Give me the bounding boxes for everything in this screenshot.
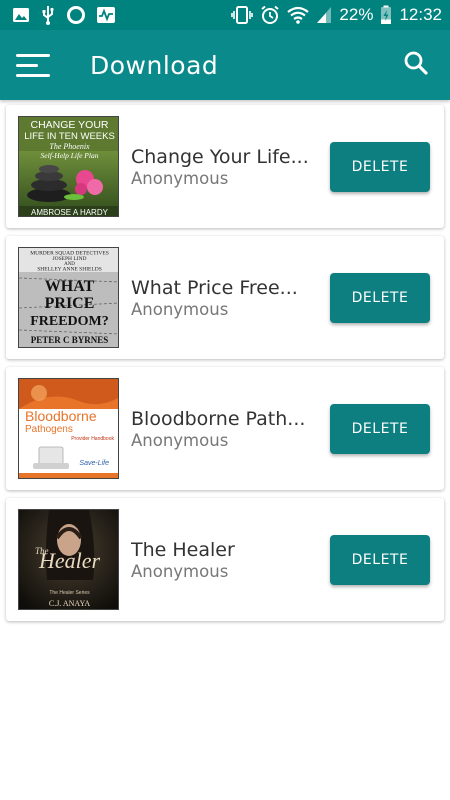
- download-item: CHANGE YOUR LIFE IN TEN WEEKS The Phoeni…: [6, 105, 444, 228]
- signal-icon: [316, 6, 332, 24]
- menu-button[interactable]: [16, 45, 56, 85]
- hamburger-icon-line: [16, 73, 50, 77]
- book-author: Anonymous: [131, 299, 229, 319]
- book-title: The Healer: [131, 538, 235, 561]
- cover-text: PETER C BYRNES: [31, 335, 109, 345]
- cover-text: CHANGE YOUR: [31, 119, 109, 131]
- cover-text: Provider Handbook: [71, 436, 114, 442]
- book-author: Anonymous: [131, 430, 229, 450]
- wifi-icon: [287, 6, 310, 24]
- activity-monitor-icon: [96, 6, 116, 24]
- hamburger-icon-line: [16, 63, 38, 67]
- delete-button[interactable]: DELETE: [330, 141, 430, 192]
- system-status: 22% 12:32: [231, 5, 442, 25]
- delete-button[interactable]: DELETE: [330, 403, 430, 454]
- cover-text: Healer: [38, 548, 101, 573]
- circle-notification-icon: [66, 5, 86, 25]
- book-title: Change Your Life...: [131, 145, 309, 168]
- cover-text: LIFE IN TEN WEEKS: [24, 131, 115, 142]
- cover-text: C.J. ANAYA: [49, 599, 90, 608]
- search-icon: [403, 50, 429, 80]
- download-item: Bloodborne Pathogens Provider Handbook S…: [6, 367, 444, 490]
- battery-charging-icon: [380, 5, 392, 25]
- book-cover[interactable]: MURDER SQUAD DETECTIVES JOSEPH LIND AND …: [18, 247, 119, 348]
- book-title: Bloodborne Path...: [131, 407, 306, 430]
- clock: 12:32: [399, 5, 442, 24]
- book-cover[interactable]: The Healer The Healer Series C.J. ANAYA: [18, 509, 119, 610]
- book-info[interactable]: Change Your Life... Anonymous: [119, 146, 330, 188]
- book-author: Anonymous: [131, 168, 229, 188]
- book-info[interactable]: Bloodborne Path... Anonymous: [119, 408, 330, 450]
- app-bar: Download: [0, 30, 450, 100]
- cover-text: The Healer Series: [49, 590, 90, 596]
- book-author: Anonymous: [131, 561, 229, 581]
- status-bar: 22% 12:32: [0, 0, 450, 30]
- vibrate-icon: [231, 6, 254, 24]
- cover-text: Self-Help Life Plan: [41, 151, 99, 160]
- search-button[interactable]: [398, 47, 434, 83]
- cover-text: Save-Life: [79, 460, 109, 467]
- download-item: MURDER SQUAD DETECTIVES JOSEPH LIND AND …: [6, 236, 444, 359]
- hamburger-icon-line: [16, 53, 50, 57]
- cover-text: PRICE: [45, 295, 95, 312]
- cover-text: The Phoenix: [49, 142, 90, 151]
- usb-icon: [40, 5, 56, 25]
- cover-text: Pathogens: [25, 424, 73, 435]
- book-info[interactable]: The Healer Anonymous: [119, 539, 330, 581]
- delete-button[interactable]: DELETE: [330, 534, 430, 585]
- alarm-icon: [260, 5, 280, 25]
- book-cover[interactable]: CHANGE YOUR LIFE IN TEN WEEKS The Phoeni…: [18, 116, 119, 217]
- cover-text: SHELLEY ANNE SHIELDS: [37, 267, 102, 273]
- battery-percentage: 22%: [339, 5, 374, 24]
- download-list: CHANGE YOUR LIFE IN TEN WEEKS The Phoeni…: [0, 100, 450, 621]
- image-icon: [12, 6, 30, 24]
- book-cover[interactable]: Bloodborne Pathogens Provider Handbook S…: [18, 378, 119, 479]
- page-title: Download: [90, 50, 219, 80]
- cover-text: WHAT: [45, 278, 95, 295]
- cover-text: AMBROSE A HARDY: [31, 208, 109, 217]
- notification-icons: [12, 5, 116, 25]
- cover-text: Bloodborne: [25, 408, 97, 424]
- cover-text: FREEDOM?: [30, 314, 109, 329]
- book-info[interactable]: What Price Free... Anonymous: [119, 277, 330, 319]
- download-item: The Healer The Healer Series C.J. ANAYA …: [6, 498, 444, 621]
- delete-button[interactable]: DELETE: [330, 272, 430, 323]
- book-title: What Price Free...: [131, 276, 298, 299]
